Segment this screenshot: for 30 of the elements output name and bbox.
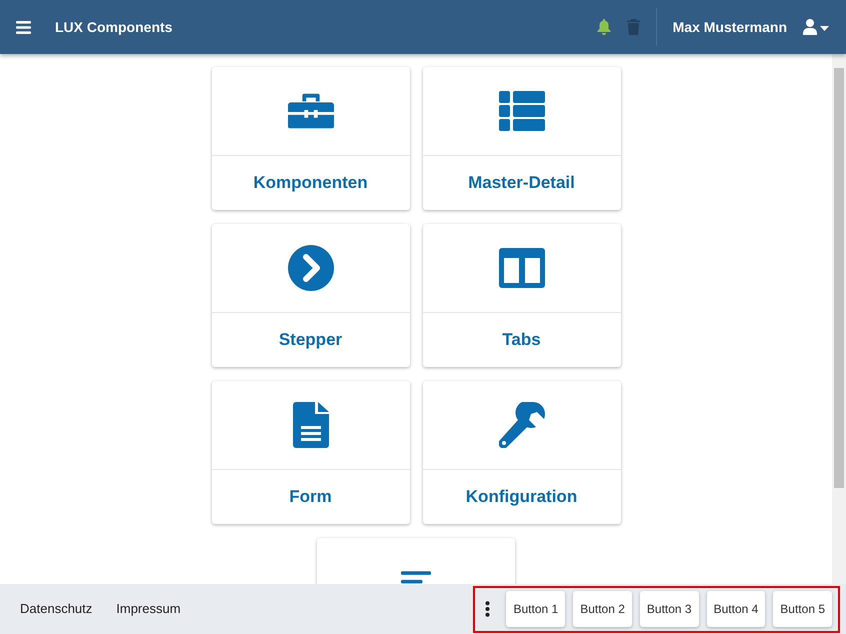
footer-button[interactable]: Button 4 xyxy=(706,591,766,627)
tile-card[interactable]: Konfiguration xyxy=(422,381,620,524)
user-name[interactable]: Max Mustermann xyxy=(672,16,787,38)
bell-icon[interactable] xyxy=(596,19,611,35)
menu-icon[interactable] xyxy=(16,20,31,34)
user-menu-icon[interactable] xyxy=(803,19,830,35)
chevron-circle-icon xyxy=(288,245,334,291)
footer-button[interactable]: Button 5 xyxy=(773,591,832,627)
footer-button[interactable]: Button 3 xyxy=(640,591,699,627)
tile-label: Form xyxy=(289,486,332,508)
tile-label: Komponenten xyxy=(253,172,368,194)
tile-label: Tabs xyxy=(502,329,541,352)
footer-link[interactable]: Datenschutz xyxy=(20,599,92,619)
tile-card[interactable]: Tabs xyxy=(422,224,620,367)
tile-label: Master-Detail xyxy=(468,172,575,194)
app-title: LUX Components xyxy=(55,18,172,37)
scrollbar[interactable] xyxy=(832,54,846,584)
tile-label: Stepper xyxy=(278,329,342,352)
tile-card[interactable]: Master-Detail xyxy=(422,67,620,210)
tile-card[interactable]: Komponenten xyxy=(212,67,410,210)
wrench-icon xyxy=(498,402,544,448)
tile-card[interactable]: Stepper xyxy=(212,224,410,367)
footer-link[interactable]: Impressum xyxy=(116,599,181,619)
tile-card[interactable]: Form xyxy=(212,381,410,524)
footer-button[interactable]: Button 2 xyxy=(573,591,632,627)
tile-label: Konfiguration xyxy=(466,486,578,508)
list-table-icon xyxy=(498,88,544,134)
footer-button[interactable]: Button 1 xyxy=(506,591,566,627)
columns-icon xyxy=(498,245,544,291)
more-vertical-icon[interactable] xyxy=(485,601,490,617)
